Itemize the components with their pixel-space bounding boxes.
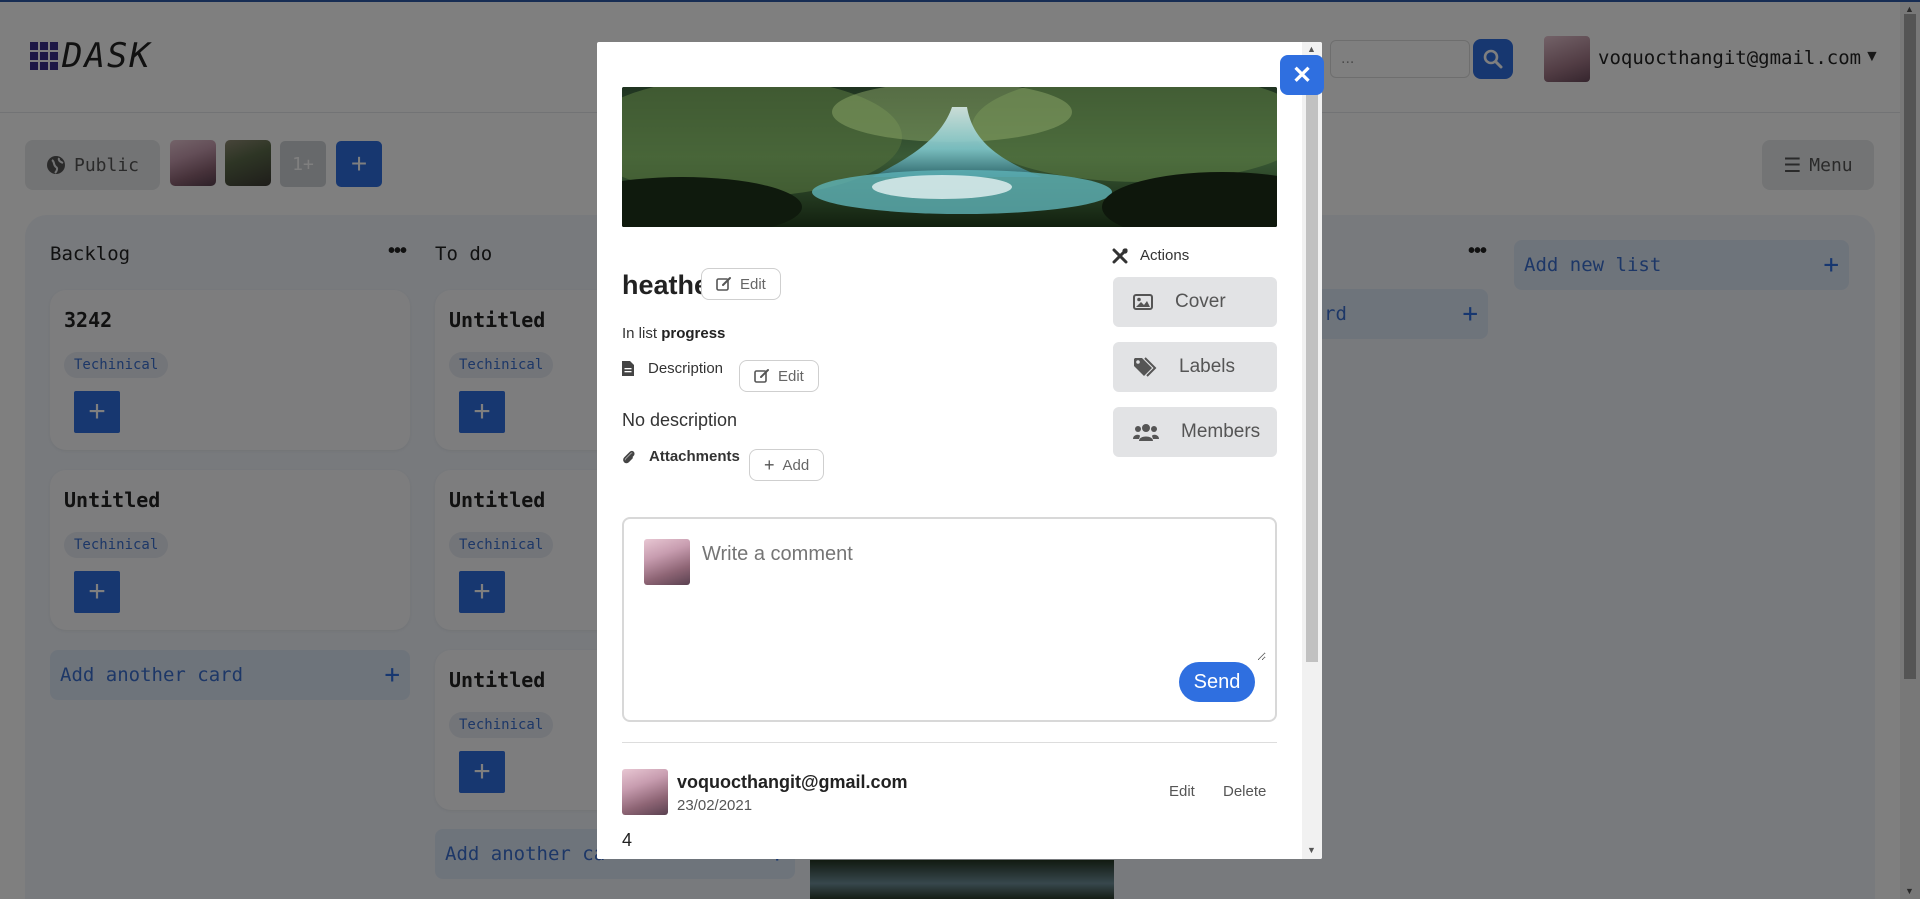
labels-label: Labels bbox=[1179, 356, 1235, 377]
card-cover-image bbox=[622, 87, 1277, 227]
divider bbox=[622, 742, 1277, 743]
attachments-section: Attachments bbox=[622, 448, 740, 465]
description-label: Description bbox=[648, 360, 724, 377]
add-label: Add bbox=[782, 456, 810, 474]
delete-comment-button[interactable]: Delete bbox=[1223, 783, 1266, 800]
edit-title-button[interactable]: Edit bbox=[701, 268, 781, 300]
description-section: Description bbox=[622, 360, 723, 377]
edit-description-button[interactable]: Edit bbox=[739, 360, 819, 392]
labels-action-button[interactable]: Labels bbox=[1113, 342, 1277, 392]
waterfall-image bbox=[622, 87, 1277, 227]
comment-form: Send bbox=[622, 517, 1277, 722]
tags-icon bbox=[1134, 357, 1157, 377]
comment-text: 4 bbox=[622, 830, 633, 850]
comment-input[interactable] bbox=[696, 531, 1266, 661]
avatar bbox=[644, 539, 690, 585]
comment-date: 23/02/2021 bbox=[677, 797, 753, 814]
cover-action-button[interactable]: Cover bbox=[1113, 277, 1277, 327]
paperclip-icon bbox=[623, 450, 635, 463]
actions-header: Actions bbox=[1112, 247, 1189, 264]
modal-scrollbar[interactable]: ▲ ▼ bbox=[1302, 42, 1322, 859]
edit-label: Edit bbox=[778, 367, 804, 385]
members-action-button[interactable]: Members bbox=[1113, 407, 1277, 457]
description-text: No description bbox=[622, 410, 738, 430]
tools-icon bbox=[1112, 247, 1128, 263]
users-icon bbox=[1133, 424, 1159, 441]
in-list-info: In list progress bbox=[622, 325, 725, 342]
members-label: Members bbox=[1181, 421, 1261, 442]
edit-icon bbox=[754, 369, 769, 383]
in-list-prefix: In list bbox=[622, 325, 658, 342]
send-button[interactable]: Send bbox=[1179, 662, 1255, 702]
in-list-name: progress bbox=[661, 325, 726, 342]
card-detail-modal: heather Edit In list progress Descriptio… bbox=[597, 42, 1322, 859]
close-icon: ✕ bbox=[1291, 61, 1313, 89]
avatar bbox=[622, 769, 668, 815]
edit-icon bbox=[716, 277, 731, 291]
attachments-label: Attachments bbox=[649, 448, 740, 465]
file-icon bbox=[622, 361, 634, 376]
edit-label: Edit bbox=[740, 275, 766, 293]
actions-label: Actions bbox=[1140, 247, 1190, 264]
cover-label: Cover bbox=[1175, 291, 1226, 312]
scroll-thumb[interactable] bbox=[1306, 62, 1318, 662]
image-icon bbox=[1133, 294, 1153, 310]
edit-comment-button[interactable]: Edit bbox=[1169, 783, 1195, 800]
scroll-down-icon[interactable]: ▼ bbox=[1307, 845, 1316, 855]
scroll-up-icon[interactable]: ▲ bbox=[1307, 44, 1316, 54]
add-attachment-button[interactable]: + Add bbox=[749, 449, 825, 481]
close-modal-button[interactable]: ✕ bbox=[1280, 55, 1324, 95]
comment-author: voquocthangit@gmail.com bbox=[677, 772, 908, 792]
plus-icon: + bbox=[764, 454, 775, 475]
